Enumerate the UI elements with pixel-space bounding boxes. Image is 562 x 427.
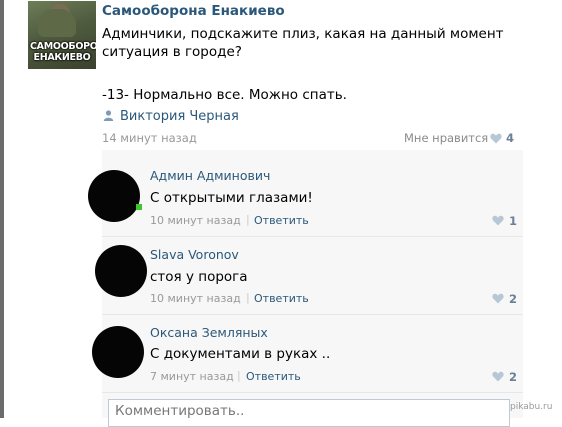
post-like-count: 4 bbox=[506, 131, 515, 145]
comment-action-separator: | bbox=[237, 369, 241, 382]
comment-text: С открытыми глазами! bbox=[150, 190, 313, 206]
comment-avatar[interactable] bbox=[88, 170, 140, 222]
comment-like-count: 2 bbox=[509, 370, 518, 384]
person-icon bbox=[103, 110, 114, 121]
comment-author-link[interactable]: Slava Voronov bbox=[150, 247, 239, 262]
comment-input[interactable]: Комментировать.. bbox=[108, 399, 510, 427]
comment-author-link[interactable]: Оксана Земляных bbox=[150, 325, 268, 340]
reply-link[interactable]: Ответить bbox=[254, 214, 309, 227]
comment-text: С документами в руках .. bbox=[150, 346, 331, 362]
group-avatar[interactable]: САМООБОРОНА ЕНАКИЕВО bbox=[28, 1, 96, 69]
post-text-line: ситуация в городе? bbox=[102, 44, 242, 60]
post-like-label[interactable]: Мне нравится bbox=[404, 131, 488, 145]
reply-link[interactable]: Ответить bbox=[246, 370, 301, 383]
post-author-link[interactable]: Самооборона Енакиево bbox=[102, 3, 285, 19]
comment-like-count: 1 bbox=[509, 214, 518, 228]
post-answer-text: -13- Нормально все. Можно спать. bbox=[102, 87, 347, 103]
comment-action-separator: | bbox=[246, 213, 250, 226]
comment-text: стоя у порога bbox=[150, 269, 248, 285]
post-text-line: Админчики, подскажите плиз, какая на дан… bbox=[102, 26, 504, 42]
heart-icon[interactable] bbox=[490, 133, 502, 144]
post-text: Админчики, подскажите плиз, какая на дан… bbox=[102, 25, 504, 61]
comment-divider bbox=[102, 392, 523, 393]
comment-timestamp-link[interactable]: 7 минут назад bbox=[150, 370, 234, 383]
heart-icon[interactable] bbox=[492, 215, 504, 226]
heart-icon[interactable] bbox=[492, 293, 504, 304]
comment-author-link[interactable]: Админ Админович bbox=[150, 168, 270, 183]
online-indicator bbox=[136, 204, 142, 210]
comment-like-count: 2 bbox=[509, 292, 518, 306]
heart-icon[interactable] bbox=[492, 371, 504, 382]
comment-avatar[interactable] bbox=[95, 245, 147, 297]
left-edge-strip bbox=[0, 0, 4, 418]
comment-avatar[interactable] bbox=[92, 326, 144, 378]
comment-divider bbox=[102, 236, 523, 237]
watermark-text: pikabu.ru bbox=[510, 402, 553, 412]
avatar-logo-text: САМООБОРОНА ЕНАКИЕВО bbox=[30, 41, 96, 63]
post-timestamp-link[interactable]: 14 минут назад bbox=[102, 131, 197, 145]
comment-action-separator: | bbox=[246, 291, 250, 304]
reply-link[interactable]: Ответить bbox=[254, 292, 309, 305]
comment-timestamp-link[interactable]: 10 минут назад bbox=[150, 214, 241, 227]
avatar-figure-body bbox=[38, 9, 76, 37]
comment-divider bbox=[102, 314, 523, 315]
post-signer-link[interactable]: Виктория Черная bbox=[120, 109, 239, 124]
comment-timestamp-link[interactable]: 10 минут назад bbox=[150, 292, 241, 305]
